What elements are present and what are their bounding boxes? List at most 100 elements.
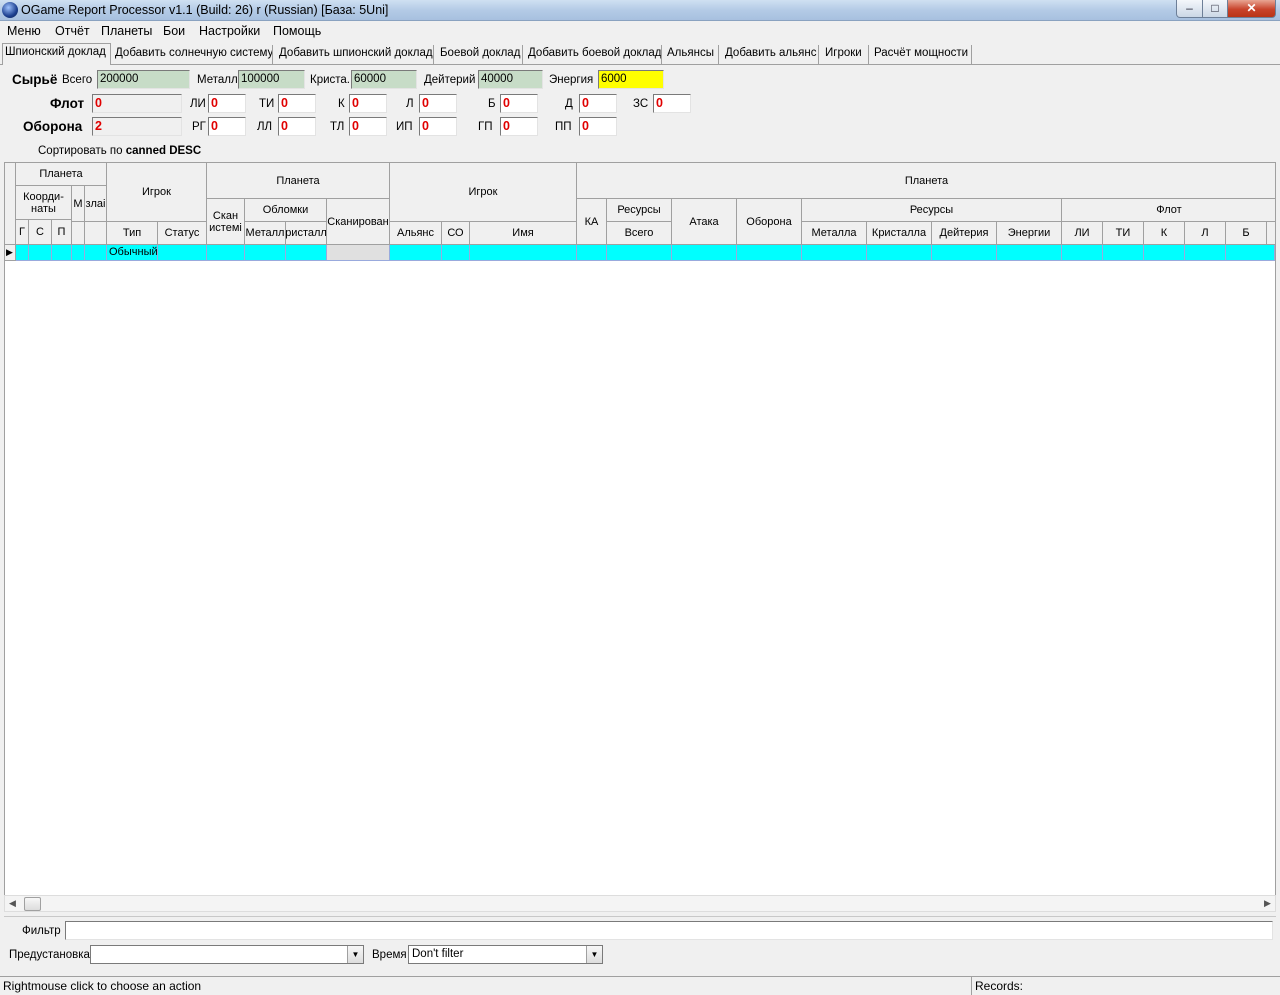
cell-m[interactable] [72, 245, 85, 261]
menu-item-report[interactable]: Отчёт [55, 24, 90, 38]
cell-res-deuterium[interactable] [932, 245, 997, 261]
defense-rg-field[interactable]: 0 [208, 117, 246, 136]
cell-s[interactable] [29, 245, 52, 261]
cell-attack[interactable] [672, 245, 737, 261]
total-field[interactable]: 200000 [97, 70, 190, 89]
col-status[interactable]: Статус [158, 222, 207, 245]
horizontal-scrollbar[interactable]: ◀ ▶ [4, 895, 1276, 912]
cell-area[interactable] [85, 245, 107, 261]
cell-fleet-li[interactable] [1062, 245, 1103, 261]
tab-power-calc[interactable]: Расчёт мощности [872, 45, 972, 65]
defense-pp-field[interactable]: 0 [579, 117, 617, 136]
tab-battle-report[interactable]: Боевой доклад [438, 45, 523, 65]
cell-co[interactable] [442, 245, 470, 261]
col-alliance[interactable]: Альянс [390, 222, 442, 245]
deuterium-field[interactable]: 40000 [478, 70, 543, 89]
cell-fleet-k[interactable] [1144, 245, 1185, 261]
col-fleet-li[interactable]: ЛИ [1062, 222, 1103, 245]
fleet-b-field[interactable]: 0 [500, 94, 538, 113]
energy-field[interactable]: 6000 [598, 70, 664, 89]
col-res-metal[interactable]: Металла [802, 222, 867, 245]
close-button[interactable]: ✕ [1227, 0, 1276, 18]
menu-item-battles[interactable]: Бои [163, 24, 185, 38]
metal-field[interactable]: 100000 [238, 70, 305, 89]
menu-item-settings[interactable]: Настройки [199, 24, 260, 38]
tab-add-battle-report[interactable]: Добавить боевой доклад [526, 45, 662, 65]
col-debris-metal[interactable]: Металл [245, 222, 286, 245]
minimize-button[interactable]: – [1176, 0, 1203, 18]
reports-grid[interactable]: Планета Коорди- наты М злаі Г С П Игрок … [4, 162, 1276, 896]
tab-add-alliance[interactable]: Добавить альянс [723, 45, 819, 65]
chevron-down-icon[interactable]: ▼ [586, 946, 602, 963]
cell-p[interactable] [52, 245, 72, 261]
menu-item-menu[interactable]: Меню [7, 24, 41, 38]
filter-input[interactable] [65, 921, 1273, 940]
defense-gp-field[interactable]: 0 [500, 117, 538, 136]
fleet-total-field[interactable]: 0 [92, 94, 182, 113]
cell-res-energy[interactable] [997, 245, 1062, 261]
maximize-button[interactable]: □ [1202, 0, 1228, 18]
cell-ka[interactable] [577, 245, 607, 261]
col-fleet-extra[interactable] [1267, 222, 1275, 245]
cell-scanned[interactable] [327, 245, 390, 261]
cell-type[interactable]: Обычный [107, 245, 158, 261]
cell-res-total[interactable] [607, 245, 672, 261]
defense-tl-field[interactable]: 0 [349, 117, 387, 136]
fleet-ti-field[interactable]: 0 [278, 94, 316, 113]
cell-fleet-b[interactable] [1226, 245, 1275, 261]
defense-ll-field[interactable]: 0 [278, 117, 316, 136]
col-g[interactable]: Г [16, 220, 29, 245]
time-select[interactable]: Don't filter ▼ [408, 945, 603, 964]
col-scan-system[interactable]: Скан истемі [207, 199, 245, 245]
menu-item-planets[interactable]: Планеты [101, 24, 152, 38]
defense-total-field[interactable]: 2 [92, 117, 182, 136]
row-indicator-icon[interactable]: ▶ [5, 245, 16, 261]
col-fleet-ti[interactable]: ТИ [1103, 222, 1144, 245]
tab-add-spy-report[interactable]: Добавить шпионский доклад [277, 45, 434, 65]
col-s[interactable]: С [29, 220, 52, 245]
cell-g[interactable] [16, 245, 29, 261]
tab-players[interactable]: Игроки [823, 45, 869, 65]
scroll-left-icon[interactable]: ◀ [9, 898, 16, 909]
defense-ip-field[interactable]: 0 [419, 117, 457, 136]
col-name[interactable]: Имя [470, 222, 577, 245]
cell-res-crystal[interactable] [867, 245, 932, 261]
tab-alliances[interactable]: Альянсы [665, 45, 719, 65]
col-scanned[interactable]: Сканирован [327, 199, 390, 245]
preset-select[interactable]: ▼ [90, 945, 364, 964]
col-defense[interactable]: Оборона [737, 199, 802, 245]
col-res-crystal[interactable]: Кристалла [867, 222, 932, 245]
col-co[interactable]: СО [442, 222, 470, 245]
menu-item-help[interactable]: Помощь [273, 24, 321, 38]
col-ka[interactable]: КА [577, 199, 607, 245]
cell-debris-metal[interactable] [245, 245, 286, 261]
cell-fleet-l[interactable] [1185, 245, 1226, 261]
fleet-d-field[interactable]: 0 [579, 94, 617, 113]
col-resources-total[interactable]: Всего [607, 222, 672, 245]
fleet-k-field[interactable]: 0 [349, 94, 387, 113]
fleet-zs-field[interactable]: 0 [653, 94, 691, 113]
chevron-down-icon[interactable]: ▼ [347, 946, 363, 963]
col-res-energy[interactable]: Энергии [997, 222, 1062, 245]
scrollbar-thumb[interactable] [24, 897, 41, 911]
fleet-li-field[interactable]: 0 [208, 94, 246, 113]
cell-name[interactable] [470, 245, 577, 261]
cell-status[interactable] [158, 245, 207, 261]
cell-scan-system[interactable] [207, 245, 245, 261]
col-debris-crystal[interactable]: ристалл [286, 222, 327, 245]
tab-spy-report[interactable]: Шпионский доклад [2, 43, 111, 65]
cell-alliance[interactable] [390, 245, 442, 261]
col-res-deuterium[interactable]: Дейтерия [932, 222, 997, 245]
tab-add-solar-system[interactable]: Добавить солнечную систему [113, 45, 273, 65]
fleet-l-field[interactable]: 0 [419, 94, 457, 113]
col-fleet-l[interactable]: Л [1185, 222, 1226, 245]
col-fleet-b[interactable]: Б [1226, 222, 1267, 245]
crystal-field[interactable]: 60000 [351, 70, 417, 89]
cell-defense[interactable] [737, 245, 802, 261]
col-p[interactable]: П [52, 220, 72, 245]
scroll-right-icon[interactable]: ▶ [1264, 898, 1271, 909]
col-fleet-k[interactable]: К [1144, 222, 1185, 245]
cell-fleet-ti[interactable] [1103, 245, 1144, 261]
col-attack[interactable]: Атака [672, 199, 737, 245]
cell-debris-crystal[interactable] [286, 245, 327, 261]
